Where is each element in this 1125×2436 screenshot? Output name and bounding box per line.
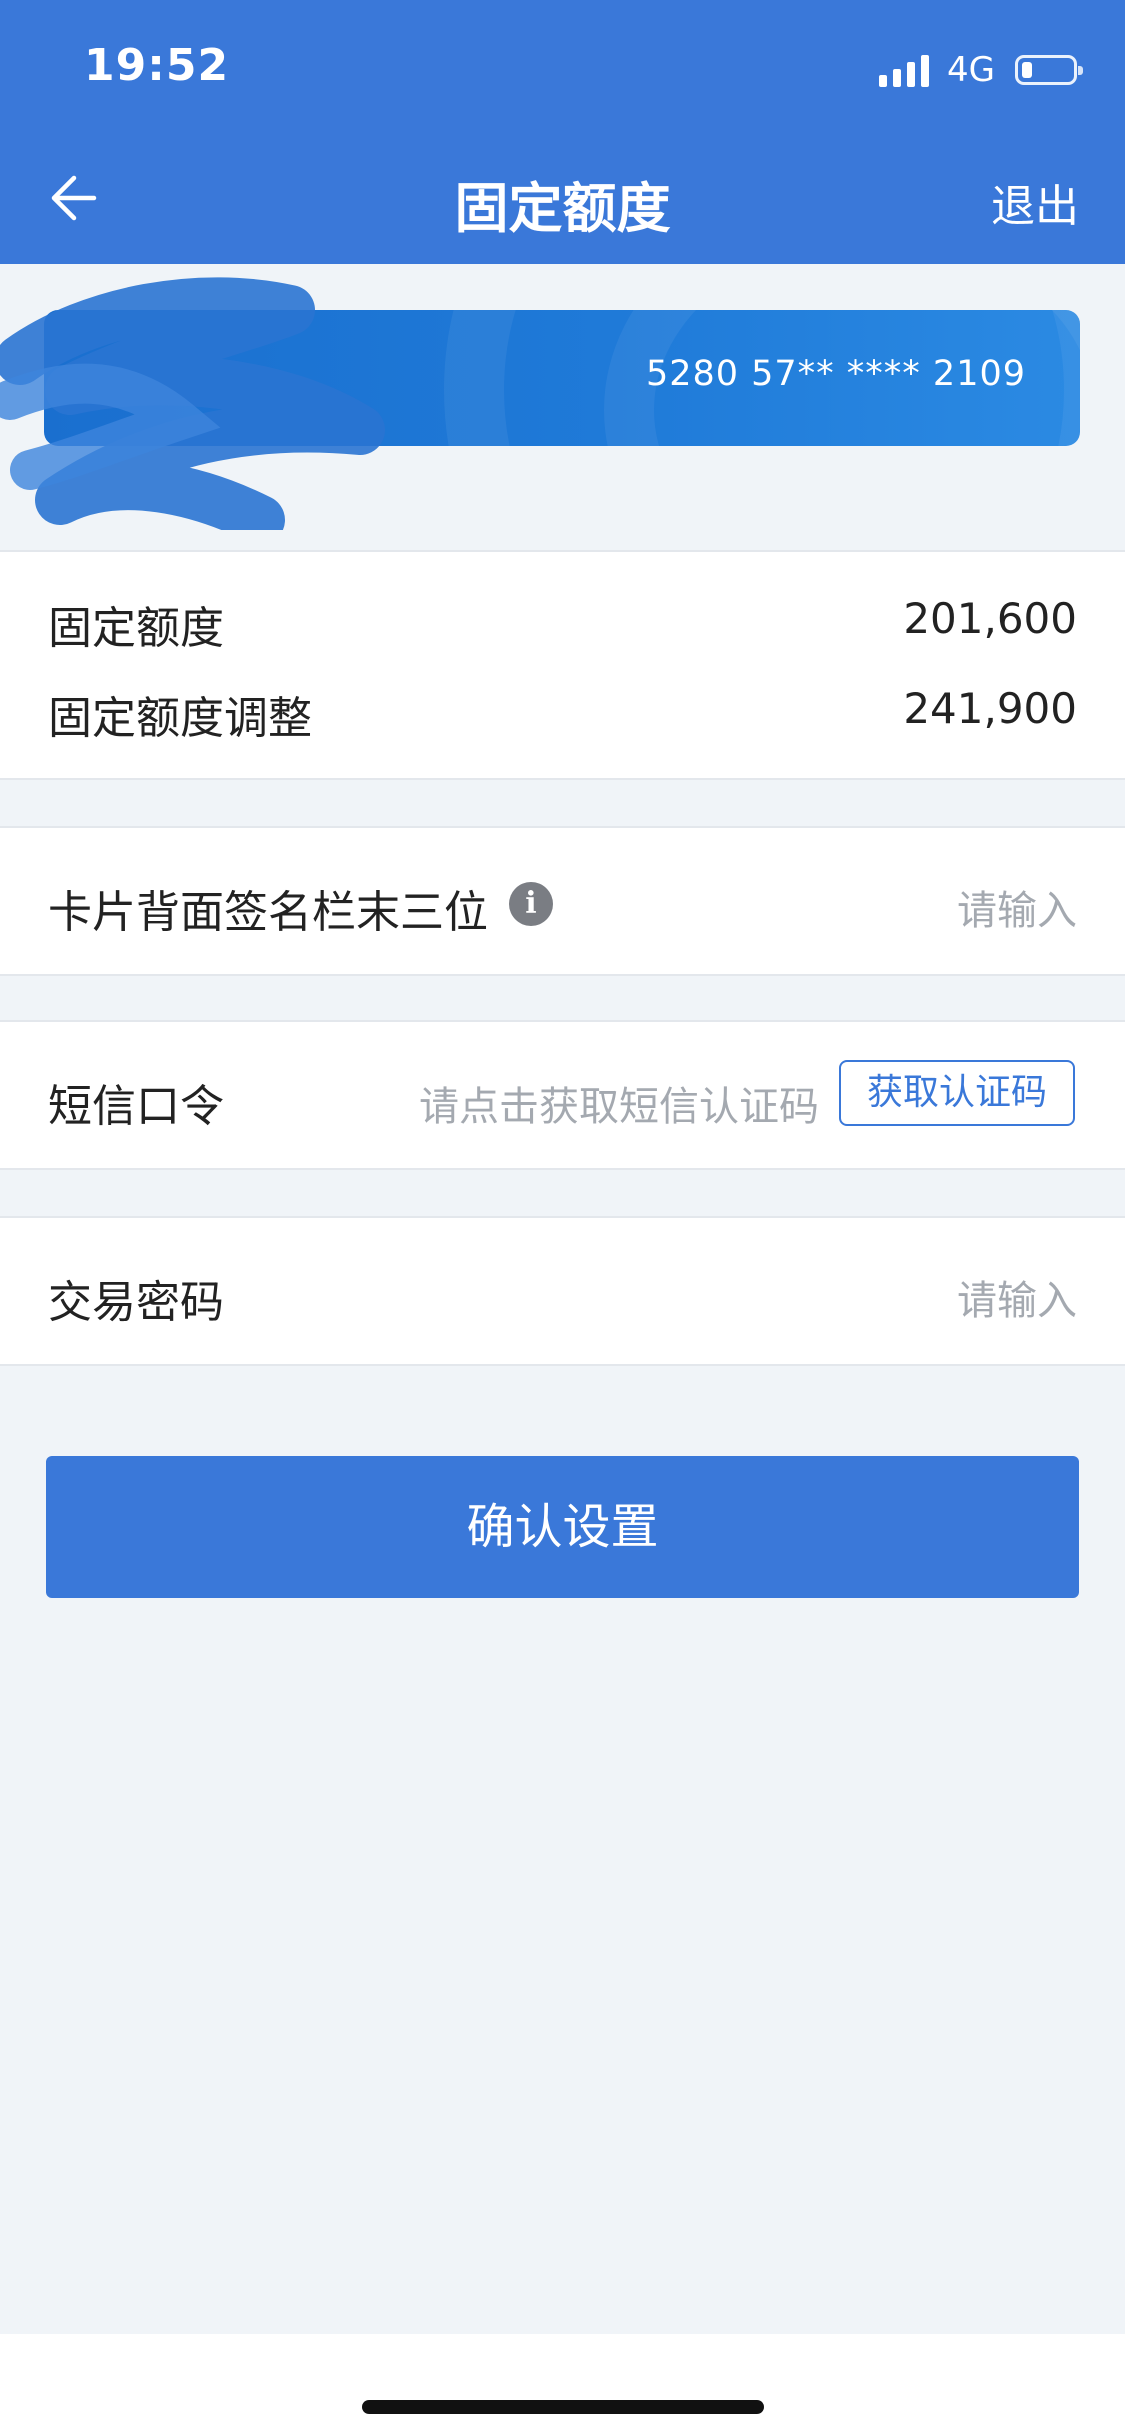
get-code-button[interactable]: 获取认证码 — [839, 1060, 1075, 1126]
cvv-row[interactable]: 卡片背面签名栏末三位 i 请输入 — [0, 826, 1125, 976]
home-indicator[interactable] — [362, 2400, 764, 2414]
sms-code-input[interactable]: 请点击获取短信认证码 — [419, 1074, 819, 1132]
cvv-label: 卡片背面签名栏末三位 — [48, 887, 488, 938]
battery-icon — [1015, 55, 1083, 85]
password-row[interactable]: 交易密码 请输入 — [0, 1216, 1125, 1366]
card-section: 5280 57** **** 2109 — [0, 264, 1125, 552]
sms-label: 短信口令 — [48, 1081, 224, 1132]
fixed-limit-label: 固定额度 — [48, 603, 224, 654]
limits-section: 固定额度 201,600 固定额度调整 241,900 — [0, 550, 1125, 780]
signal-icon — [879, 53, 930, 87]
info-icon[interactable]: i — [509, 882, 553, 926]
card-number: 5280 57** **** 2109 — [645, 354, 1026, 394]
limit-adjust-label: 固定额度调整 — [48, 693, 312, 744]
password-input[interactable]: 请输入 — [957, 1268, 1077, 1326]
cvv-input[interactable]: 请输入 — [957, 878, 1077, 936]
status-icons: 4G — [879, 48, 1083, 92]
header: 19:52 4G 固定额度 退出 — [0, 0, 1125, 264]
sms-row: 短信口令 请点击获取短信认证码 获取认证码 — [0, 1020, 1125, 1170]
limit-adjust-value: 241,900 — [903, 684, 1077, 733]
home-area — [0, 2334, 1125, 2436]
exit-button[interactable]: 退出 — [991, 170, 1079, 234]
confirm-button[interactable]: 确认设置 — [46, 1456, 1079, 1598]
status-time: 19:52 — [84, 40, 230, 91]
redaction-scribble — [0, 277, 385, 530]
fixed-limit-value: 201,600 — [903, 594, 1077, 643]
password-label: 交易密码 — [48, 1277, 224, 1328]
nav-bar: 固定额度 退出 — [0, 150, 1125, 250]
network-type: 4G — [947, 50, 995, 90]
page-title: 固定额度 — [454, 177, 671, 240]
